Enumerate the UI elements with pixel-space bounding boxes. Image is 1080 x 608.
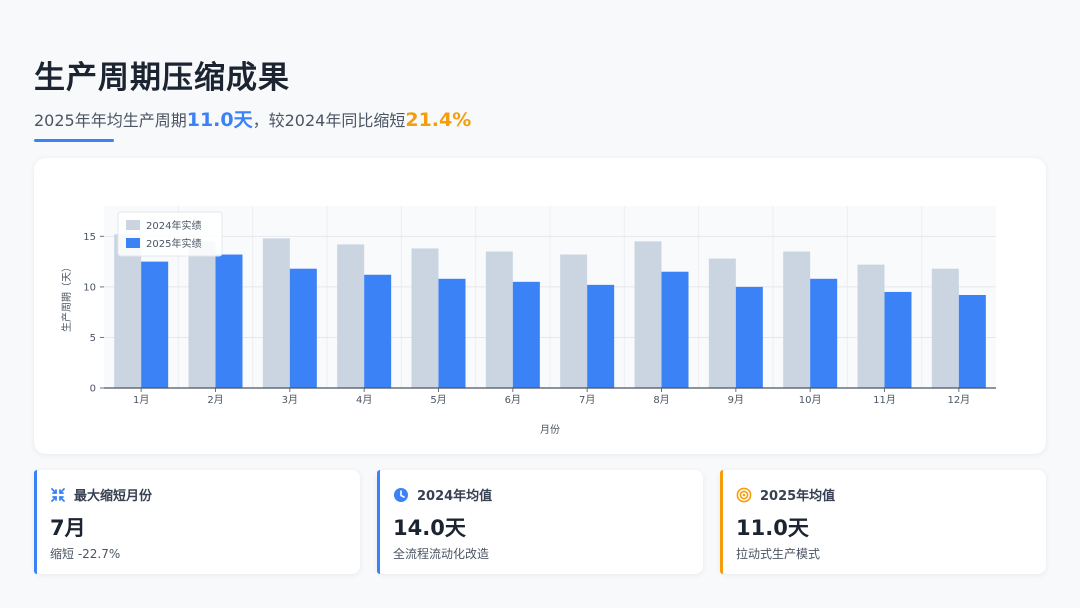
legend-swatch bbox=[126, 220, 140, 230]
kpi-value: 7月 bbox=[50, 516, 86, 540]
kpi-note: 拉动式生产模式 bbox=[736, 547, 821, 561]
y-tick-label: 15 bbox=[83, 232, 96, 243]
kpi-value: 14.0天 bbox=[393, 516, 466, 540]
kpi-label: 最大缩短月份 bbox=[74, 489, 153, 504]
bar-2024 bbox=[485, 251, 513, 388]
chart-card: 0 5 10 15 1月 2月 3月 4月 5月 6月 7月 8月 9月 10月 11月 12月月份 生产周期（… bbox=[34, 158, 1046, 454]
bar-2025 bbox=[587, 284, 615, 388]
kpi-accent-bar bbox=[377, 470, 380, 574]
legend-label: 2025年实绩 bbox=[146, 237, 201, 250]
legend-swatch bbox=[126, 238, 140, 248]
x-tick-label: 3月 bbox=[282, 394, 298, 406]
bar-2025 bbox=[810, 278, 838, 388]
kpi-note: 缩短 -22.7% bbox=[50, 547, 121, 561]
bar-2024 bbox=[783, 251, 811, 388]
x-tick-label: 8月 bbox=[653, 394, 669, 406]
kpi-card-2025-average: 2025年均值 11.0天 拉动式生产模式 bbox=[720, 470, 1046, 574]
bar-2025 bbox=[512, 281, 540, 388]
y-tick-label: 10 bbox=[83, 282, 96, 293]
y-tick-label: 5 bbox=[90, 333, 96, 344]
x-tick-label: 5月 bbox=[430, 394, 446, 406]
y-tick-label: 0 bbox=[90, 384, 96, 395]
kpi-accent-bar bbox=[720, 470, 723, 574]
bar-2024 bbox=[262, 238, 290, 388]
bar-2024 bbox=[411, 248, 439, 388]
compress-arrows-icon bbox=[50, 487, 66, 503]
bar-2024 bbox=[931, 268, 959, 388]
bar-2024 bbox=[337, 244, 365, 388]
bar-2025 bbox=[958, 294, 986, 388]
page-subtitle: 2025年年均生产周期11.0天，较2024年同比缩短21.4% bbox=[34, 105, 471, 132]
bar-2025 bbox=[884, 291, 912, 388]
page-title: 生产周期压缩成果 bbox=[34, 60, 290, 96]
bar-2024 bbox=[708, 258, 736, 388]
kpi-accent-bar bbox=[34, 470, 37, 574]
x-tick-label: 6月 bbox=[505, 394, 521, 406]
bar-2025 bbox=[735, 286, 763, 388]
x-tick-label: 12月 bbox=[947, 394, 970, 406]
subtitle-prefix: 2025年年均生产周期 bbox=[34, 111, 187, 130]
bar-2025 bbox=[215, 254, 243, 388]
kpi-label: 2025年均值 bbox=[760, 489, 836, 504]
x-axis-title: 月份 bbox=[540, 424, 560, 436]
subtitle-mid: ，较2024年同比缩短 bbox=[252, 111, 406, 130]
bar-2024 bbox=[634, 241, 662, 388]
kpi-label: 2024年均值 bbox=[417, 489, 493, 504]
subtitle-avg-cycle: 11.0天 bbox=[186, 109, 253, 131]
kpi-card-max-reduction-month: 最大缩短月份 7月 缩短 -22.7% bbox=[34, 470, 360, 574]
bar-2025 bbox=[364, 274, 392, 388]
bar-2025 bbox=[289, 268, 317, 388]
x-tick-label: 10月 bbox=[799, 394, 822, 406]
bar-2024 bbox=[188, 241, 216, 388]
legend-label: 2024年实绩 bbox=[146, 219, 201, 232]
bar-2024 bbox=[114, 234, 142, 388]
x-tick-label: 7月 bbox=[579, 394, 595, 406]
x-tick-label: 9月 bbox=[728, 394, 744, 406]
kpi-value: 11.0天 bbox=[736, 516, 809, 540]
kpi-note: 全流程流动化改造 bbox=[393, 547, 490, 561]
clock-icon bbox=[393, 487, 409, 503]
bar-2024 bbox=[560, 254, 588, 388]
x-tick-label: 11月 bbox=[873, 394, 896, 406]
title-underline bbox=[34, 139, 114, 142]
bar-2025 bbox=[141, 261, 169, 388]
x-tick-label: 2月 bbox=[207, 394, 223, 406]
bar-chart: 0 5 10 15 1月 2月 3月 4月 5月 6月 7月 8月 9月 10月 11月 12月月份 生产周期（… bbox=[60, 206, 996, 436]
bar-2025 bbox=[438, 278, 466, 388]
x-tick-label: 4月 bbox=[356, 394, 372, 406]
bar-2025 bbox=[661, 271, 689, 388]
subtitle-reduction-rate: 21.4% bbox=[405, 109, 472, 131]
bar-2024 bbox=[857, 264, 885, 388]
target-icon bbox=[736, 487, 752, 503]
x-tick-label: 1月 bbox=[133, 394, 149, 406]
y-axis-title: 生产周期（天） bbox=[60, 262, 73, 332]
kpi-card-2024-average: 2024年均值 14.0天 全流程流动化改造 bbox=[377, 470, 703, 574]
